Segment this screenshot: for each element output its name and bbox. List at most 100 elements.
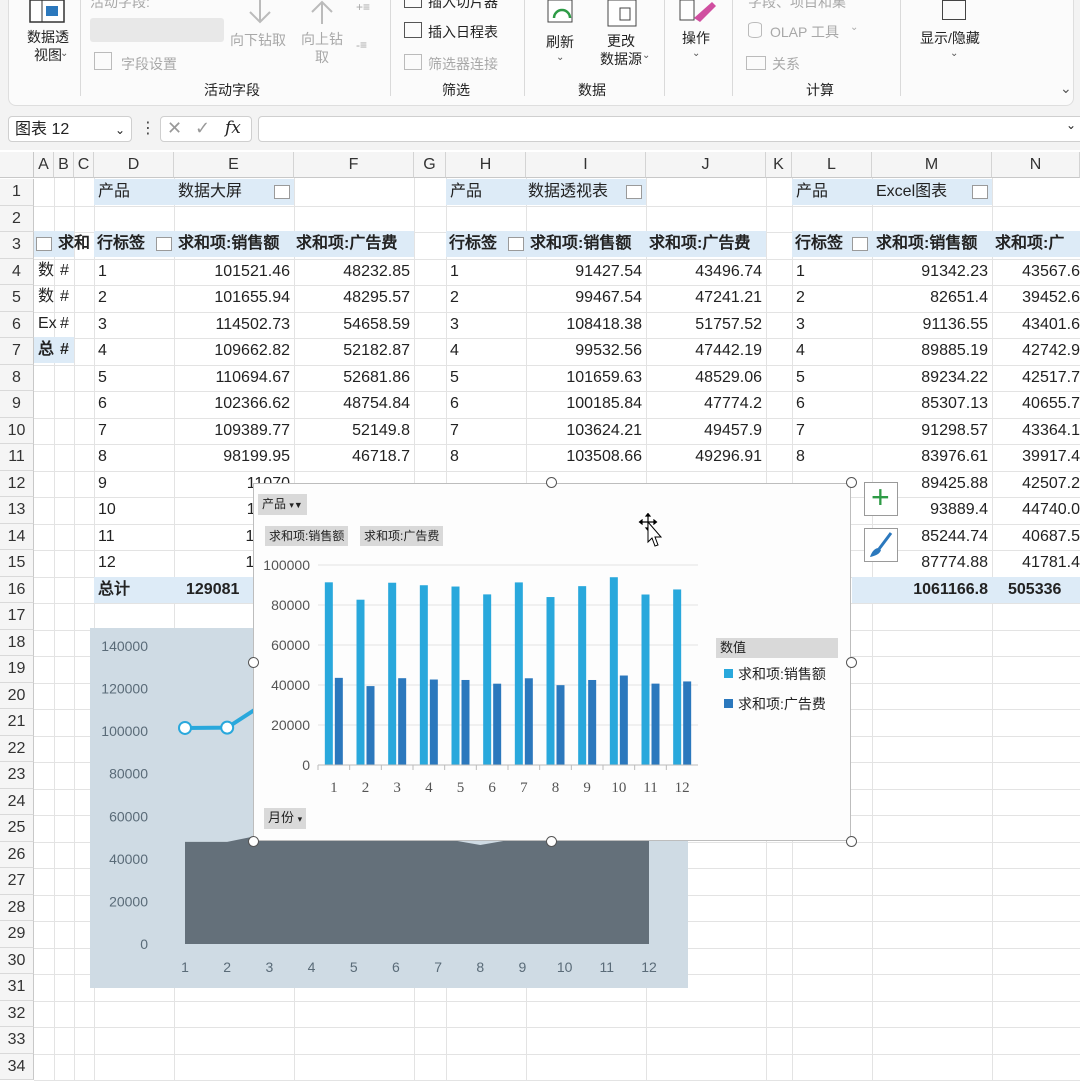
- pivot-ads-cell[interactable]: 51757.52: [646, 312, 762, 338]
- pivot-row-label[interactable]: 9: [98, 471, 107, 497]
- expand-field-icon[interactable]: +≡: [356, 0, 370, 14]
- pivot3-col-sales[interactable]: 求和项:销售额: [876, 231, 994, 257]
- pivot-row-label[interactable]: 1: [450, 259, 459, 285]
- pivot3-row-label[interactable]: 行标签: [795, 231, 843, 257]
- filter-connections-button[interactable]: 筛选器连接: [428, 54, 498, 74]
- pivot-sales-cell[interactable]: 102366.62: [174, 391, 290, 417]
- pivot-row-label[interactable]: 5: [98, 365, 107, 391]
- row-header[interactable]: 17: [0, 603, 34, 630]
- filter-dropdown-icon[interactable]: [36, 237, 52, 251]
- pivot-ads-cell[interactable]: 42517.7: [992, 365, 1080, 391]
- chevron-down-icon[interactable]: ⌄: [115, 117, 125, 143]
- pivot-sales-cell[interactable]: 82651.4: [872, 285, 988, 311]
- formula-input[interactable]: [258, 116, 1080, 142]
- column-header[interactable]: I: [526, 152, 646, 178]
- pivot-sales-cell[interactable]: 101659.63: [526, 365, 642, 391]
- row-header[interactable]: 18: [0, 629, 34, 656]
- pivot-ads-cell[interactable]: 47442.19: [646, 338, 762, 364]
- pivot3-total-sales[interactable]: 1061166.8: [872, 577, 988, 603]
- pivot-row-label[interactable]: 6: [450, 391, 459, 417]
- pivot-ads-cell[interactable]: 52149.8: [294, 418, 410, 444]
- filter-applied-icon[interactable]: [972, 185, 988, 199]
- pivot-sales-cell[interactable]: 101655.94: [174, 285, 290, 311]
- pivot-row-label[interactable]: 3: [450, 312, 459, 338]
- pivot-row-label[interactable]: 2: [450, 285, 459, 311]
- pivot1-total-label[interactable]: 总计: [98, 577, 130, 603]
- pivot-ads-cell[interactable]: 41781.4: [992, 550, 1080, 576]
- pivot-row-label[interactable]: 3: [98, 312, 107, 338]
- pivot-row-label[interactable]: 1: [796, 259, 805, 285]
- pivot1-filter-field[interactable]: 产品: [98, 179, 130, 205]
- column-header[interactable]: E: [174, 152, 294, 178]
- pivot-row-label[interactable]: 8: [450, 444, 459, 470]
- row-header[interactable]: 1: [0, 179, 34, 206]
- chart-value-button-ads[interactable]: 求和项:广告费: [360, 526, 444, 546]
- column-header[interactable]: F: [294, 152, 414, 178]
- chart-elements-button[interactable]: +: [864, 479, 898, 516]
- row-header[interactable]: 3: [0, 232, 34, 259]
- pivot-sales-cell[interactable]: 103624.21: [526, 418, 642, 444]
- pivot-sales-cell[interactable]: 109662.82: [174, 338, 290, 364]
- row-header[interactable]: 21: [0, 709, 34, 736]
- pivot-ads-cell[interactable]: 52182.87: [294, 338, 410, 364]
- pivot-sales-cell[interactable]: 98199.95: [174, 444, 290, 470]
- pivot-sales-cell[interactable]: 99467.54: [526, 285, 642, 311]
- resize-handle[interactable]: [248, 836, 259, 847]
- resize-handle[interactable]: [248, 657, 259, 668]
- pivot-row-label[interactable]: 10: [98, 497, 116, 523]
- row-header[interactable]: 19: [0, 656, 34, 683]
- field-settings-button[interactable]: 字段设置: [121, 54, 177, 74]
- drill-up-button[interactable]: 向上钻 取: [300, 30, 344, 66]
- pivot-sales-cell[interactable]: 114502.73: [174, 312, 290, 338]
- left-cell[interactable]: #: [60, 258, 69, 284]
- row-header[interactable]: 31: [0, 974, 34, 1001]
- pivot-ads-cell[interactable]: 47241.21: [646, 285, 762, 311]
- resize-handle[interactable]: [846, 836, 857, 847]
- pivot-row-label[interactable]: 6: [796, 391, 805, 417]
- row-header[interactable]: 32: [0, 1000, 34, 1027]
- pivot-sales-cell[interactable]: 91427.54: [526, 259, 642, 285]
- left-cell[interactable]: 总: [38, 337, 54, 363]
- row-header[interactable]: 2: [0, 205, 34, 232]
- pivot-ads-cell[interactable]: 43496.74: [646, 259, 762, 285]
- pivot-ads-cell[interactable]: 48232.85: [294, 259, 410, 285]
- column-header[interactable]: B: [54, 152, 74, 178]
- column-header[interactable]: G: [414, 152, 446, 178]
- enter-icon[interactable]: ✓: [195, 118, 210, 139]
- pivot-row-label[interactable]: 4: [98, 338, 107, 364]
- pivot1-filter-value[interactable]: 数据大屏: [178, 179, 242, 205]
- select-all-corner[interactable]: [0, 152, 34, 178]
- chart-styles-button[interactable]: [864, 528, 898, 562]
- left-cell[interactable]: #: [60, 311, 69, 337]
- pivot-sales-cell[interactable]: 85307.13: [872, 391, 988, 417]
- pivot-sales-cell[interactable]: 103508.66: [526, 444, 642, 470]
- resize-handle[interactable]: [846, 657, 857, 668]
- column-header[interactable]: A: [34, 152, 54, 178]
- chart-filter-button[interactable]: 产品 ▾▼: [258, 494, 307, 515]
- pivot-ads-cell[interactable]: 48754.84: [294, 391, 410, 417]
- pivot-row-label[interactable]: 4: [450, 338, 459, 364]
- refresh-button[interactable]: 刷新: [546, 32, 574, 52]
- collapse-field-icon[interactable]: -≡: [356, 38, 367, 52]
- row-header[interactable]: 4: [0, 258, 34, 285]
- column-header[interactable]: M: [872, 152, 992, 178]
- column-header[interactable]: D: [94, 152, 174, 178]
- pivot-ads-cell[interactable]: 40687.5: [992, 524, 1080, 550]
- pivot-ads-cell[interactable]: 43401.6: [992, 312, 1080, 338]
- pivot-row-label[interactable]: 8: [796, 444, 805, 470]
- row-header[interactable]: 23: [0, 762, 34, 789]
- pivot-row-label[interactable]: 7: [98, 418, 107, 444]
- row-header[interactable]: 22: [0, 735, 34, 762]
- pivot-ads-cell[interactable]: 48295.57: [294, 285, 410, 311]
- filter-dropdown-icon[interactable]: [508, 237, 524, 251]
- pivot-sales-cell[interactable]: 101521.46: [174, 259, 290, 285]
- pivot-ads-cell[interactable]: 52681.86: [294, 365, 410, 391]
- row-header[interactable]: 15: [0, 550, 34, 577]
- left-cell[interactable]: #: [60, 337, 69, 363]
- pivot3-total-ads[interactable]: 505336: [1008, 577, 1080, 603]
- pivot-row-label[interactable]: 8: [98, 444, 107, 470]
- filter-applied-icon[interactable]: [626, 185, 642, 199]
- row-header[interactable]: 11: [0, 444, 34, 471]
- more-options-icon[interactable]: ⋮: [140, 118, 156, 138]
- cancel-icon[interactable]: ✕: [167, 118, 182, 139]
